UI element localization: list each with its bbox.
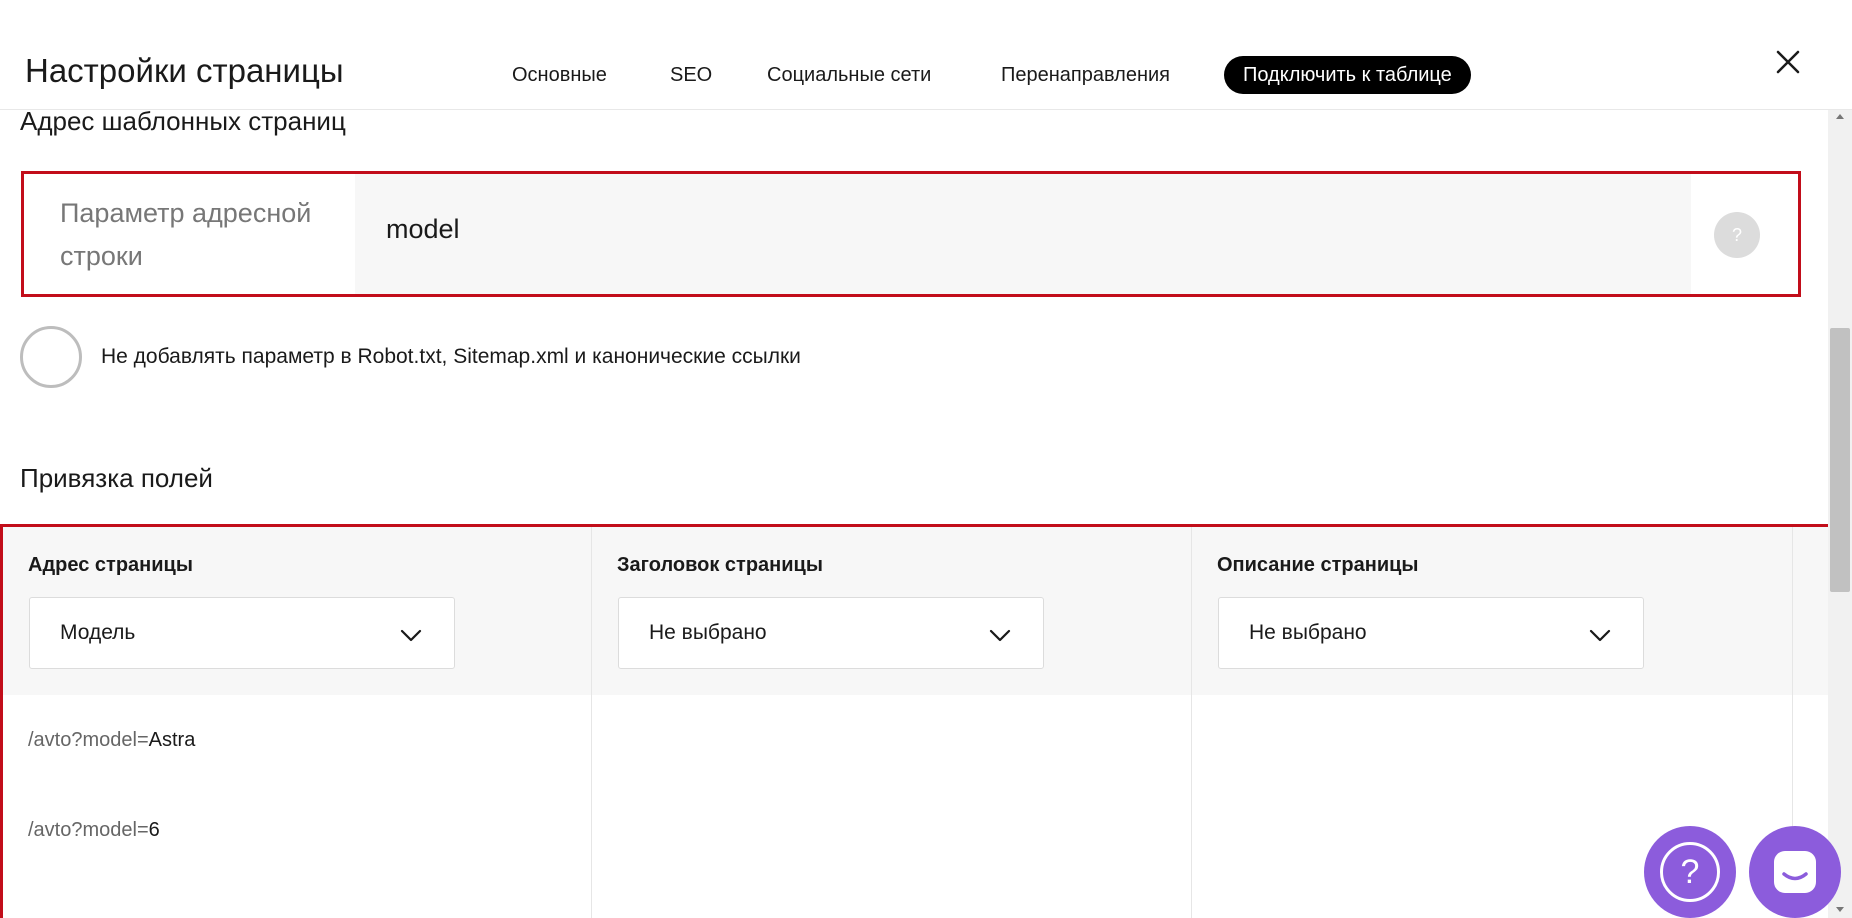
url-prefix: /avto?model= [28, 729, 149, 751]
exclude-param-label: Не добавлять параметр в Robot.txt, Sitem… [101, 345, 801, 368]
url-prefix: /avto?model= [28, 819, 149, 841]
scroll-up-icon[interactable] [1836, 114, 1844, 119]
template-address-heading: Адрес шаблонных страниц [20, 106, 346, 136]
chevron-down-icon [1589, 629, 1611, 642]
close-icon[interactable] [1772, 46, 1804, 78]
tab-basic[interactable]: Основные [512, 56, 607, 94]
url-param-value: model [386, 214, 460, 244]
column-page-title: Заголовок страницы Не выбрано [592, 527, 1192, 918]
column-title: Описание страницы [1217, 554, 1419, 576]
table-row: /avto?model=Astra [28, 729, 195, 752]
field-binding-heading: Привязка полей [20, 463, 213, 493]
help-circle-icon: ? [1660, 842, 1720, 902]
field-binding-table: Адрес страницы Модель /avto?model=Astra … [0, 524, 1852, 918]
tab-connect-table[interactable]: Подключить к таблице [1224, 56, 1471, 94]
select-value: Не выбрано [649, 621, 767, 644]
exclude-param-checkbox[interactable] [20, 326, 82, 388]
select-value: Не выбрано [1249, 621, 1367, 644]
column-title: Заголовок страницы [617, 554, 823, 576]
chevron-down-icon [400, 629, 422, 642]
url-param-label: Параметр адресной строки [60, 198, 312, 271]
url-value: 6 [148, 819, 160, 841]
column-title: Адрес страницы [28, 554, 193, 576]
url-value: Astra [148, 729, 196, 751]
chevron-down-icon [989, 629, 1011, 642]
column-header: Адрес страницы Модель [3, 527, 591, 695]
url-param-field: Параметр адресной строки model ? [21, 171, 1801, 297]
tab-social[interactable]: Социальные сети [767, 56, 931, 94]
title-field-select[interactable]: Не выбрано [618, 597, 1044, 669]
column-header: Заголовок страницы Не выбрано [592, 527, 1191, 695]
vertical-scrollbar[interactable] [1828, 110, 1852, 918]
help-button[interactable]: ? [1644, 826, 1736, 918]
description-field-select[interactable]: Не выбрано [1218, 597, 1644, 669]
tab-redirects[interactable]: Перенаправления [1001, 56, 1170, 94]
column-page-address: Адрес страницы Модель /avto?model=Astra … [3, 527, 592, 918]
tab-seo[interactable]: SEO [670, 56, 712, 94]
address-field-select[interactable]: Модель [29, 597, 455, 669]
scroll-down-icon[interactable] [1836, 907, 1844, 912]
column-header: Описание страницы Не выбрано [1192, 527, 1792, 695]
scrollbar-thumb[interactable] [1830, 328, 1850, 592]
chat-button[interactable] [1749, 826, 1841, 918]
help-tooltip-icon[interactable]: ? [1714, 212, 1760, 258]
select-value: Модель [60, 621, 136, 644]
page-settings-header: Настройки страницы Основные SEO Социальн… [0, 0, 1852, 110]
page-title: Настройки страницы [25, 52, 344, 89]
table-row: /avto?model=6 [28, 819, 160, 842]
chat-icon [1774, 851, 1816, 893]
url-param-input[interactable]: model [355, 174, 1691, 294]
